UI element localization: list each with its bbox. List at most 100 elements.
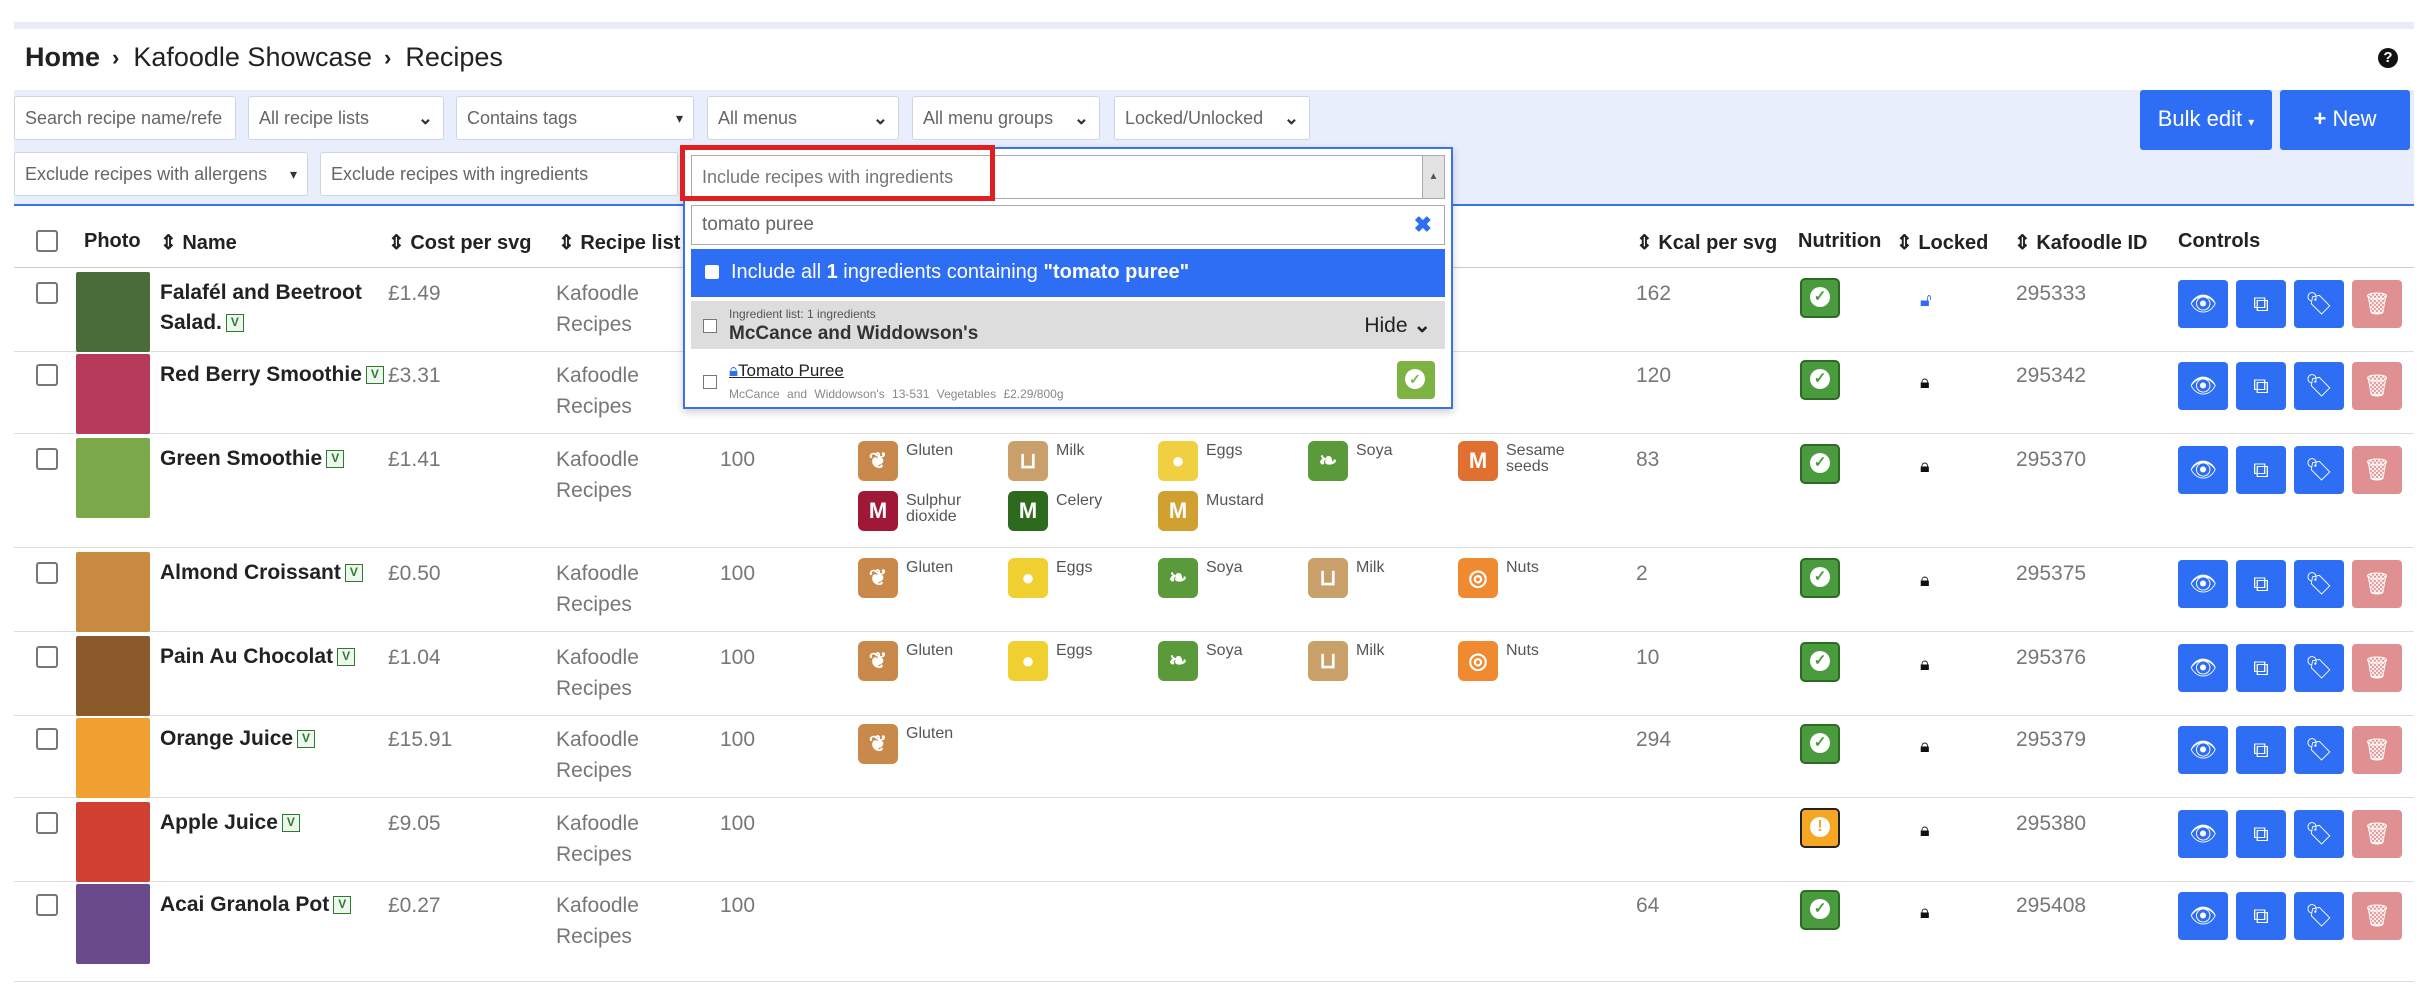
recipe-name[interactable]: Green Smoothie V <box>160 444 345 474</box>
sort-icon: ⇕ <box>1896 232 1913 254</box>
row-checkbox[interactable] <box>36 282 58 304</box>
group-checkbox[interactable] <box>703 319 717 333</box>
lock-icon[interactable]: 🔒︎ <box>1920 654 1930 675</box>
vegan-icon: V <box>297 730 316 749</box>
copy-icon[interactable]: ⧉ <box>2236 446 2286 494</box>
tag-icon[interactable]: 🏷︎ <box>2294 362 2344 410</box>
row-checkbox[interactable] <box>36 562 58 584</box>
recipe-list: Kafoodle Recipes <box>556 364 639 418</box>
nutrition-status-icon[interactable] <box>1800 278 1840 318</box>
delete-trash-icon[interactable]: 🗑︎ <box>2352 892 2402 940</box>
copy-icon[interactable]: ⧉ <box>2236 726 2286 774</box>
lock-icon[interactable]: 🔒︎ <box>1920 456 1930 477</box>
copy-icon[interactable]: ⧉ <box>2236 560 2286 608</box>
view-eye-icon[interactable]: 👁︎ <box>2178 560 2228 608</box>
breadcrumb-showcase[interactable]: Kafoodle Showcase <box>133 42 372 73</box>
tag-icon[interactable]: 🏷︎ <box>2294 892 2344 940</box>
recipe-name[interactable]: Almond Croissant V <box>160 558 363 588</box>
lock-icon[interactable]: 🔒︎ <box>1920 570 1930 591</box>
delete-trash-icon[interactable]: 🗑︎ <box>2352 560 2402 608</box>
col-locked[interactable]: ⇕ Locked <box>1896 230 1988 255</box>
delete-trash-icon[interactable]: 🗑︎ <box>2352 810 2402 858</box>
recipe-kcal: 2 <box>1636 562 1648 585</box>
delete-trash-icon[interactable]: 🗑︎ <box>2352 280 2402 328</box>
top-strip <box>14 22 2414 29</box>
row-checkbox[interactable] <box>36 812 58 834</box>
tag-icon[interactable]: 🏷︎ <box>2294 810 2344 858</box>
bulk-edit-button[interactable]: Bulk edit ▾ <box>2140 90 2272 150</box>
nutrition-status-icon[interactable] <box>1800 642 1840 682</box>
lock-icon[interactable]: 🔒︎ <box>1920 736 1930 757</box>
col-recipe-list[interactable]: ⇕ Recipe list <box>558 230 680 255</box>
menu-groups-select[interactable]: All menu groups ⌄ <box>912 96 1100 140</box>
question-circle-icon[interactable]: ? <box>2378 48 2398 68</box>
recipe-name[interactable]: Orange Juice V <box>160 724 316 754</box>
delete-trash-icon[interactable]: 🗑︎ <box>2352 726 2402 774</box>
contains-tags-select[interactable]: Contains tags ▾ <box>456 96 694 140</box>
row-checkbox[interactable] <box>36 448 58 470</box>
recipe-lists-select[interactable]: All recipe lists ⌄ <box>248 96 444 140</box>
view-eye-icon[interactable]: 👁︎ <box>2178 726 2228 774</box>
ingredient-option[interactable]: 🔒︎Tomato Puree McCance and Widdowson's 1… <box>691 353 1445 405</box>
recipe-name[interactable]: Falafél and Beetroot Salad. V <box>160 278 362 338</box>
copy-icon[interactable]: ⧉ <box>2236 810 2286 858</box>
breadcrumb-home[interactable]: Home <box>25 42 100 73</box>
include-all-option[interactable]: Include all 1 ingredients containing "to… <box>691 249 1445 297</box>
menus-select[interactable]: All menus ⌄ <box>707 96 899 140</box>
delete-trash-icon[interactable]: 🗑︎ <box>2352 446 2402 494</box>
recipe-name[interactable]: Apple Juice V <box>160 808 300 838</box>
delete-trash-icon[interactable]: 🗑︎ <box>2352 644 2402 692</box>
ingredient-checkbox[interactable] <box>703 375 717 389</box>
view-eye-icon[interactable]: 👁︎ <box>2178 446 2228 494</box>
recipe-name[interactable]: Pain Au Chocolat V <box>160 642 356 672</box>
hide-group-button[interactable]: Hide ⌄ <box>1364 313 1431 338</box>
exclude-allergens-select[interactable]: Exclude recipes with allergens ▾ <box>14 152 308 196</box>
tag-icon[interactable]: 🏷︎ <box>2294 726 2344 774</box>
tag-icon[interactable]: 🏷︎ <box>2294 446 2344 494</box>
select-all-checkbox[interactable] <box>36 230 58 252</box>
view-eye-icon[interactable]: 👁︎ <box>2178 892 2228 940</box>
col-cost[interactable]: ⇕ Cost per svg <box>388 230 531 255</box>
locked-select[interactable]: Locked/Unlocked ⌄ <box>1114 96 1310 140</box>
col-kcal[interactable]: ⇕ Kcal per svg <box>1636 230 1777 255</box>
nutrition-status-icon[interactable] <box>1800 444 1840 484</box>
recipe-name[interactable]: Acai Granola Pot V <box>160 890 352 920</box>
col-kafoodle-id[interactable]: ⇕ Kafoodle ID <box>2014 230 2147 255</box>
delete-trash-icon[interactable]: 🗑︎ <box>2352 362 2402 410</box>
col-name[interactable]: ⇕ Name <box>160 230 237 255</box>
lock-icon[interactable]: 🔒︎ <box>1920 820 1930 841</box>
nutrition-status-icon[interactable] <box>1800 724 1840 764</box>
nutrition-status-icon[interactable] <box>1800 808 1840 848</box>
include-all-checkbox[interactable] <box>705 265 719 279</box>
recipe-name[interactable]: Red Berry Smoothie V <box>160 360 384 390</box>
vegan-icon: V <box>365 366 384 385</box>
view-eye-icon[interactable]: 👁︎ <box>2178 362 2228 410</box>
view-eye-icon[interactable]: 👁︎ <box>2178 644 2228 692</box>
nutrition-status-icon[interactable] <box>1800 360 1840 400</box>
lock-icon[interactable]: 🔒︎ <box>1920 372 1930 393</box>
view-eye-icon[interactable]: 👁︎ <box>2178 280 2228 328</box>
ingredient-link[interactable]: 🔒︎Tomato Puree <box>729 361 844 381</box>
copy-icon[interactable]: ⧉ <box>2236 644 2286 692</box>
close-icon[interactable]: ✖ <box>1414 206 1432 244</box>
allergen-label: Soya <box>1206 559 1243 576</box>
nutrition-status-icon[interactable] <box>1800 558 1840 598</box>
tag-icon[interactable]: 🏷︎ <box>2294 560 2344 608</box>
tag-icon[interactable]: 🏷︎ <box>2294 280 2344 328</box>
row-checkbox[interactable] <box>36 646 58 668</box>
view-eye-icon[interactable]: 👁︎ <box>2178 810 2228 858</box>
copy-icon[interactable]: ⧉ <box>2236 280 2286 328</box>
row-checkbox[interactable] <box>36 728 58 750</box>
copy-icon[interactable]: ⧉ <box>2236 362 2286 410</box>
search-input[interactable]: Search recipe name/refe <box>14 96 236 140</box>
row-checkbox[interactable] <box>36 894 58 916</box>
new-button[interactable]: + New <box>2280 90 2410 150</box>
unlock-icon[interactable]: 🔓︎ <box>1920 290 1932 311</box>
copy-icon[interactable]: ⧉ <box>2236 892 2286 940</box>
row-checkbox[interactable] <box>36 364 58 386</box>
exclude-ingredients-select[interactable]: Exclude recipes with ingredients <box>320 152 678 196</box>
ingredient-search-input[interactable]: tomato puree ✖ <box>691 205 1445 245</box>
tag-icon[interactable]: 🏷︎ <box>2294 644 2344 692</box>
lock-icon[interactable]: 🔒︎ <box>1920 902 1930 923</box>
nutrition-status-icon[interactable] <box>1800 890 1840 930</box>
